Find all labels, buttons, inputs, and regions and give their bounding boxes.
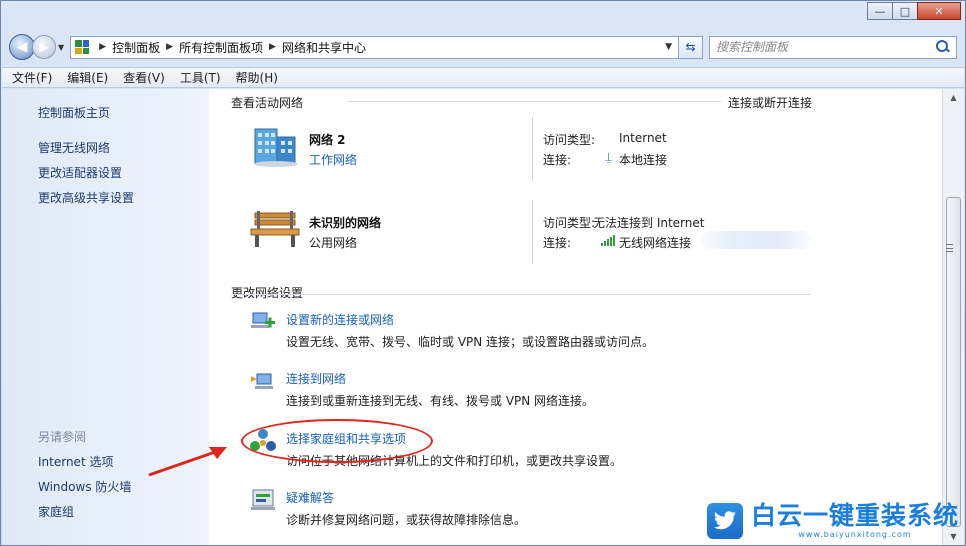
- recent-pages-dropdown[interactable]: ▼: [58, 43, 64, 52]
- annotation-arrow-icon: [148, 447, 227, 477]
- watermark-logo: 白云一键重装系统 www.baiyunxitong.com: [706, 501, 959, 539]
- see-also-heading: 另请参阅: [38, 430, 87, 444]
- search-icon[interactable]: [936, 40, 950, 54]
- menu-bar: 文件(F) 编辑(E) 查看(V) 工具(T) 帮助(H): [2, 67, 964, 88]
- sidebar-link-wireless[interactable]: 管理无线网络: [38, 139, 110, 156]
- connect-disconnect-link[interactable]: 连接或断开连接: [728, 94, 812, 111]
- task-setup-connection-desc: 设置无线、宽带、拨号、临时或 VPN 连接；或设置路由器或访问点。: [286, 335, 655, 349]
- new-connection-icon: [251, 312, 275, 328]
- connection-label: 连接:: [543, 153, 572, 167]
- wireless-signal-icon: [601, 235, 615, 246]
- connection-label: 连接:: [543, 236, 572, 250]
- forward-button[interactable]: ▶: [32, 35, 56, 59]
- twitter-bird-icon: [706, 502, 743, 539]
- menu-help[interactable]: 帮助(H): [236, 69, 278, 86]
- local-connection-link[interactable]: 本地连接: [619, 151, 667, 168]
- public-network-label: 公用网络: [309, 236, 358, 250]
- work-network-link[interactable]: 工作网络: [309, 151, 357, 168]
- task-troubleshoot-link[interactable]: 疑难解答: [286, 489, 334, 506]
- wireless-connection-link[interactable]: 无线网络连接: [619, 234, 691, 251]
- caption-buttons: — □ ✕: [867, 2, 961, 20]
- menu-edit[interactable]: 编辑(E): [67, 69, 108, 86]
- vertical-scrollbar[interactable]: ▲ ▼: [942, 89, 964, 545]
- search-input[interactable]: [716, 40, 936, 54]
- scroll-up-button[interactable]: ▲: [943, 89, 964, 106]
- arrow-right-icon: ▶: [39, 40, 49, 54]
- access-type-label: 访问类型:: [543, 133, 596, 147]
- sidebar-link-home[interactable]: 控制面板主页: [38, 104, 110, 121]
- menu-view[interactable]: 查看(V): [123, 69, 165, 86]
- breadcrumb-control-panel[interactable]: 控制面板: [112, 39, 160, 56]
- sidebar-link-homegroup[interactable]: 家庭组: [38, 503, 74, 520]
- section-divider: [231, 294, 811, 295]
- troubleshoot-icon: [251, 489, 275, 510]
- access-type-label: 访问类型:: [543, 216, 596, 230]
- public-network-bench-icon: [250, 211, 300, 247]
- change-settings-title: 更改网络设置: [231, 286, 304, 300]
- ethernet-icon: ⍊: [605, 150, 613, 164]
- close-button[interactable]: ✕: [917, 2, 961, 20]
- breadcrumb-all-items[interactable]: 所有控制面板项: [179, 39, 263, 56]
- access-type-value: 无法连接到 Internet: [593, 216, 705, 230]
- arrow-left-icon: ◀: [16, 39, 28, 55]
- network-divider: [532, 200, 533, 264]
- chevron-right-icon[interactable]: ▶: [166, 42, 173, 52]
- control-panel-icon: [75, 40, 90, 54]
- highlight-ellipse: [241, 419, 433, 463]
- network-2-name: 网络 2: [309, 133, 346, 147]
- network-divider: [532, 117, 533, 181]
- active-networks-title: 查看活动网络: [231, 96, 304, 110]
- chevron-right-icon[interactable]: ▶: [269, 42, 276, 52]
- section-divider: [347, 101, 721, 102]
- refresh-icon: ⇆: [685, 40, 696, 54]
- watermark-title: 白云一键重装系统: [750, 501, 959, 530]
- menu-file[interactable]: 文件(F): [12, 69, 52, 86]
- task-connect-network-desc: 连接到或重新连接到无线、有线、拨号或 VPN 网络连接。: [286, 394, 595, 408]
- sidebar-link-internet-options[interactable]: Internet 选项: [38, 453, 113, 470]
- control-panel-window: — □ ✕ ◀ ▶ ▼ ▶ 控制面板 ▶ 所有控制面板项 ▶ 网络和共享中心 ▼…: [0, 0, 966, 546]
- navigation-bar: ◀ ▶ ▼ ▶ 控制面板 ▶ 所有控制面板项 ▶ 网络和共享中心 ▼ ⇆: [9, 33, 957, 61]
- maximize-button[interactable]: □: [892, 2, 918, 20]
- search-box[interactable]: [709, 35, 957, 59]
- unidentified-network-name: 未识别的网络: [309, 216, 382, 230]
- menu-tools[interactable]: 工具(T): [180, 69, 221, 86]
- sidebar-link-sharing[interactable]: 更改高级共享设置: [38, 189, 134, 206]
- address-dropdown-icon[interactable]: ▼: [659, 42, 678, 52]
- blurred-ssid: [701, 231, 811, 249]
- watermark-url: www.baiyunxitong.com: [798, 530, 912, 539]
- work-network-icon: [254, 128, 298, 167]
- task-troubleshoot-desc: 诊断并修复网络问题，或获得故障排除信息。: [286, 513, 527, 527]
- scroll-grip-icon: [946, 244, 953, 252]
- task-connect-network-link[interactable]: 连接到网络: [286, 370, 346, 387]
- connect-network-icon: [251, 373, 273, 389]
- sidebar-link-adapter[interactable]: 更改适配器设置: [38, 164, 122, 181]
- sidebar-link-firewall[interactable]: Windows 防火墙: [38, 478, 131, 495]
- minimize-button[interactable]: —: [867, 2, 893, 20]
- access-type-value: Internet: [619, 131, 667, 145]
- breadcrumb-network-center[interactable]: 网络和共享中心: [282, 39, 366, 56]
- task-setup-connection-link[interactable]: 设置新的连接或网络: [286, 311, 394, 328]
- address-bar[interactable]: ▶ 控制面板 ▶ 所有控制面板项 ▶ 网络和共享中心 ▼: [70, 35, 679, 59]
- refresh-button[interactable]: ⇆: [679, 35, 703, 59]
- main-content: 查看活动网络 连接或断开连接 网络 2 工作网络 访问类型: Internet …: [209, 89, 943, 545]
- chevron-right-icon[interactable]: ▶: [99, 42, 106, 52]
